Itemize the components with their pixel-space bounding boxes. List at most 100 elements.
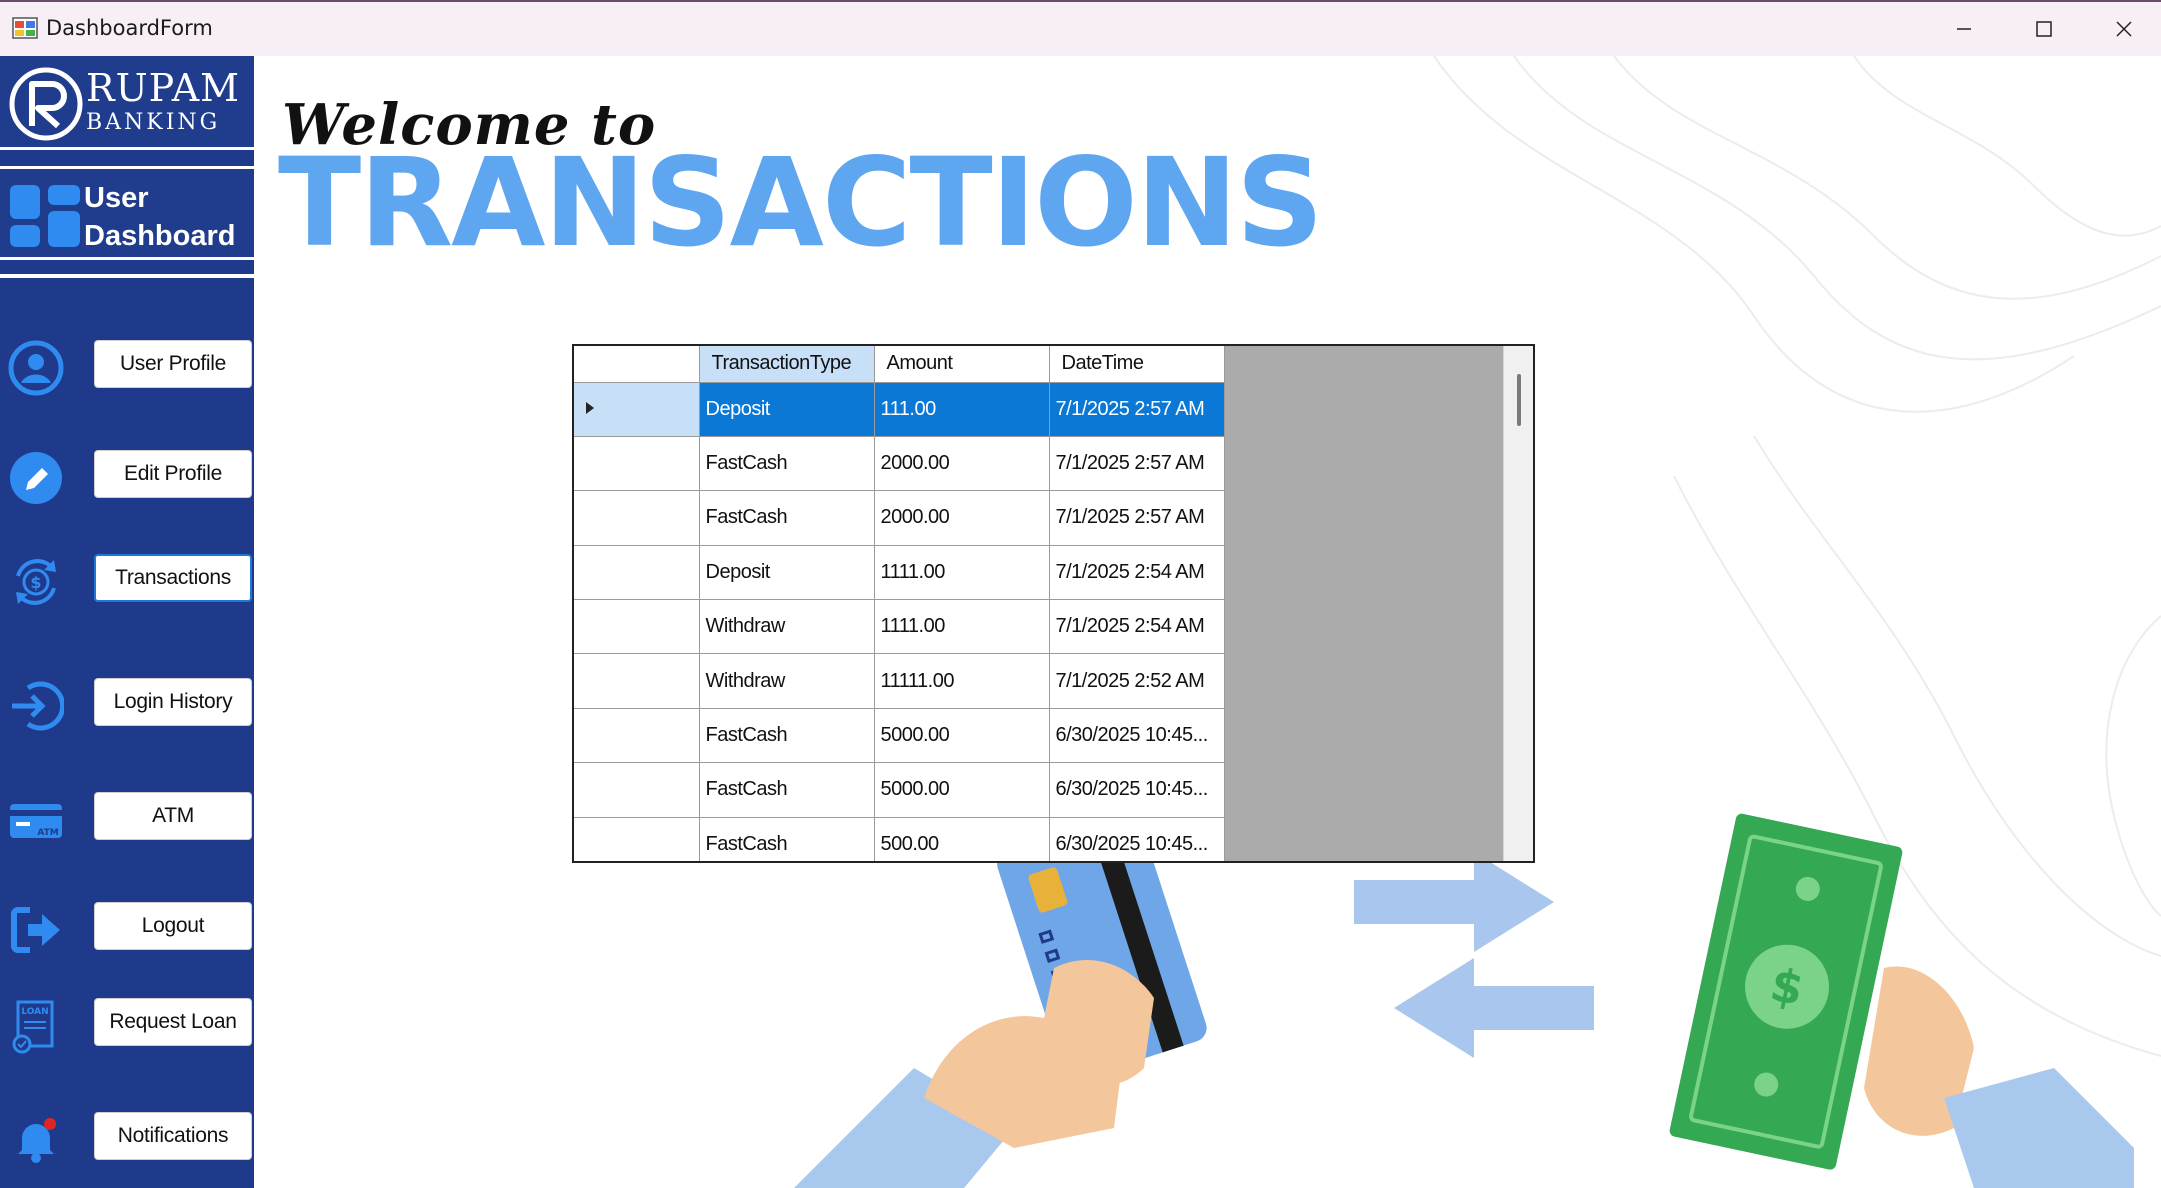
- bell-icon: [18, 1118, 56, 1163]
- atm-card-icon: ATM: [10, 804, 62, 838]
- table-row[interactable]: Deposit 1111.00 7/1/2025 2:54 AM: [574, 545, 1225, 601]
- maximize-button[interactable]: [2004, 2, 2084, 56]
- user-dashboard-header: User Dashboard: [0, 166, 254, 260]
- cell-transaction-type[interactable]: FastCash: [699, 490, 875, 546]
- cell-transaction-type[interactable]: Deposit: [699, 545, 875, 601]
- atm-button[interactable]: ATM: [94, 792, 252, 840]
- dashboard-grid-icon: [10, 185, 80, 247]
- transactions-table: TransactionType Amount DateTime Deposit 1…: [574, 346, 1225, 861]
- cell-transaction-type[interactable]: FastCash: [699, 708, 875, 764]
- cell-amount[interactable]: 11111.00: [874, 653, 1050, 709]
- cell-datetime[interactable]: 6/30/2025 10:45...: [1049, 708, 1225, 764]
- sidebar-divider: [0, 274, 254, 278]
- row-header-corner: [574, 346, 700, 383]
- sidebar-item-atm: ATM ATM: [0, 788, 254, 848]
- dashboard-title: User Dashboard: [84, 179, 235, 255]
- brand-logo-block: RUPAM BANKING: [0, 56, 254, 150]
- table-body: Deposit 111.00 7/1/2025 2:57 AM FastCash 200…: [574, 382, 1225, 861]
- row-header[interactable]: [574, 762, 700, 818]
- column-header-transaction-type[interactable]: TransactionType: [699, 346, 875, 383]
- edit-profile-button[interactable]: Edit Profile: [94, 450, 252, 498]
- loan-document-icon: LOAN: [12, 1000, 54, 1054]
- sidebar-item-user-profile: User Profile: [0, 336, 254, 396]
- column-header-datetime[interactable]: DateTime: [1049, 346, 1225, 383]
- cell-amount[interactable]: 1111.00: [874, 599, 1050, 655]
- table-header-row: TransactionType Amount DateTime: [574, 346, 1225, 383]
- row-header[interactable]: [574, 817, 700, 861]
- svg-text:$: $: [30, 573, 41, 592]
- table-row[interactable]: FastCash 2000.00 7/1/2025 2:57 AM: [574, 490, 1225, 546]
- notifications-button[interactable]: Notifications: [94, 1112, 252, 1160]
- table-row[interactable]: Withdraw 1111.00 7/1/2025 2:54 AM: [574, 599, 1225, 655]
- table-row[interactable]: Deposit 111.00 7/1/2025 2:57 AM: [574, 382, 1225, 437]
- cell-datetime[interactable]: 7/1/2025 2:57 AM: [1049, 436, 1225, 492]
- vertical-scrollbar[interactable]: [1503, 346, 1533, 861]
- cell-datetime[interactable]: 7/1/2025 2:57 AM: [1049, 382, 1225, 437]
- row-header[interactable]: [574, 545, 700, 601]
- close-button[interactable]: [2084, 2, 2161, 56]
- close-icon: [2116, 21, 2132, 37]
- user-circle-icon: [8, 340, 64, 396]
- table-row[interactable]: FastCash 500.00 6/30/2025 10:45...: [574, 817, 1225, 861]
- minimize-button[interactable]: [1924, 2, 2004, 56]
- row-header[interactable]: [574, 490, 700, 546]
- cell-datetime[interactable]: 7/1/2025 2:52 AM: [1049, 653, 1225, 709]
- sidebar-item-request-loan: LOAN Request Loan: [0, 994, 254, 1054]
- transactions-grid[interactable]: TransactionType Amount DateTime Deposit 1…: [572, 344, 1535, 863]
- cell-datetime[interactable]: 6/30/2025 10:45...: [1049, 762, 1225, 818]
- dollar-cycle-icon: $: [16, 559, 56, 605]
- login-history-button[interactable]: Login History: [94, 678, 252, 726]
- title-bar: DashboardForm: [0, 0, 2161, 56]
- table-row[interactable]: FastCash 5000.00 6/30/2025 10:45...: [574, 762, 1225, 818]
- login-arrow-icon: [12, 681, 64, 731]
- cell-datetime[interactable]: 6/30/2025 10:45...: [1049, 817, 1225, 861]
- cell-datetime[interactable]: 7/1/2025 2:54 AM: [1049, 599, 1225, 655]
- row-header[interactable]: [574, 382, 700, 437]
- dashboard-title-line1: User: [84, 182, 149, 214]
- table-row[interactable]: FastCash 2000.00 7/1/2025 2:57 AM: [574, 436, 1225, 492]
- cell-transaction-type[interactable]: Withdraw: [699, 653, 875, 709]
- page-title: TRANSACTIONS: [278, 132, 1324, 274]
- cell-amount[interactable]: 500.00: [874, 817, 1050, 861]
- cell-transaction-type[interactable]: FastCash: [699, 762, 875, 818]
- pencil-icon: [10, 452, 62, 504]
- cell-transaction-type[interactable]: Withdraw: [699, 599, 875, 655]
- cell-datetime[interactable]: 7/1/2025 2:54 AM: [1049, 545, 1225, 601]
- maximize-icon: [2036, 21, 2052, 37]
- row-header[interactable]: [574, 599, 700, 655]
- cell-amount[interactable]: 2000.00: [874, 436, 1050, 492]
- request-loan-button[interactable]: Request Loan: [94, 998, 252, 1046]
- row-header[interactable]: [574, 436, 700, 492]
- cell-amount[interactable]: 5000.00: [874, 762, 1050, 818]
- column-header-amount[interactable]: Amount: [874, 346, 1050, 383]
- logout-icon: [11, 907, 60, 953]
- row-header[interactable]: [574, 653, 700, 709]
- table-row[interactable]: FastCash 5000.00 6/30/2025 10:45...: [574, 708, 1225, 764]
- brand-name: RUPAM: [86, 66, 241, 110]
- cell-datetime[interactable]: 7/1/2025 2:57 AM: [1049, 490, 1225, 546]
- logout-button[interactable]: Logout: [94, 902, 252, 950]
- cell-amount[interactable]: 111.00: [874, 382, 1050, 437]
- brand-subtitle: BANKING: [86, 110, 221, 135]
- sidebar-item-edit-profile: Edit Profile: [0, 446, 254, 506]
- minimize-icon: [1957, 28, 1971, 30]
- row-header[interactable]: [574, 708, 700, 764]
- brand-r-logo-icon: [9, 67, 83, 141]
- dashboard-title-line2: Dashboard: [84, 220, 236, 252]
- main-content: Welcome to TRANSACTIONS $ TransactionTyp…: [254, 56, 2161, 1188]
- scrollbar-thumb[interactable]: [1517, 374, 1521, 426]
- cell-amount[interactable]: 5000.00: [874, 708, 1050, 764]
- sidebar-item-transactions: $ Transactions: [0, 550, 254, 610]
- svg-text:LOAN: LOAN: [21, 1007, 48, 1017]
- table-row[interactable]: Withdraw 11111.00 7/1/2025 2:52 AM: [574, 653, 1225, 709]
- cell-transaction-type[interactable]: FastCash: [699, 436, 875, 492]
- cell-transaction-type[interactable]: Deposit: [699, 382, 875, 437]
- window-title: DashboardForm: [46, 16, 213, 40]
- app-icon: [12, 17, 38, 39]
- cell-transaction-type[interactable]: FastCash: [699, 817, 875, 861]
- sidebar: RUPAM BANKING User Dashboard User Profil…: [0, 56, 254, 1188]
- cell-amount[interactable]: 1111.00: [874, 545, 1050, 601]
- user-profile-button[interactable]: User Profile: [94, 340, 252, 388]
- transactions-button[interactable]: Transactions: [94, 554, 252, 602]
- cell-amount[interactable]: 2000.00: [874, 490, 1050, 546]
